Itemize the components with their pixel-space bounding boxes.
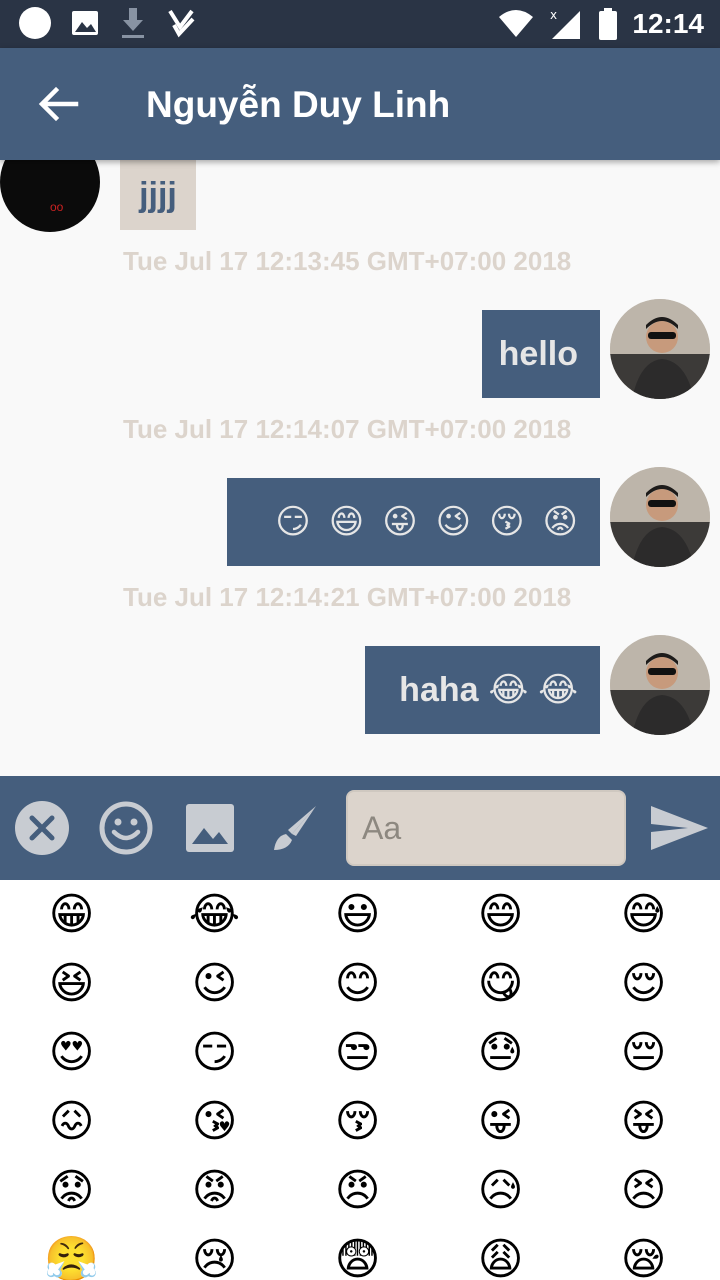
emoji-option[interactable]: 😥	[429, 1156, 572, 1225]
close-icon[interactable]	[14, 800, 70, 856]
emoji-option[interactable]: 😅	[572, 880, 715, 949]
emoji-option[interactable]: 😆	[0, 949, 143, 1018]
emoji-option[interactable]: 😓	[429, 1018, 572, 1087]
wink-emoji: 😉	[435, 502, 472, 542]
outgoing-message-bubble[interactable]: hello	[482, 310, 600, 398]
user-avatar[interactable]	[610, 299, 710, 399]
user-avatar[interactable]	[610, 635, 710, 735]
kiss-emoji: 😚	[489, 502, 525, 542]
user-avatar[interactable]	[610, 467, 710, 567]
emoji-icon[interactable]	[98, 800, 154, 856]
grin-emoji: 😄	[328, 502, 365, 542]
emoji-option[interactable]: 😩	[429, 1225, 572, 1280]
emoji-option[interactable]: 😋	[429, 949, 572, 1018]
wink-tongue-emoji: 😜	[382, 502, 418, 542]
user-photo	[610, 635, 710, 735]
svg-text:x: x	[550, 8, 557, 22]
emoji-option[interactable]: 😒	[286, 1018, 429, 1087]
emoji-option[interactable]: 😌	[572, 949, 715, 1018]
app-bar: Nguyễn Duy Linh	[0, 48, 720, 160]
emoji-option[interactable]: 😁	[0, 880, 143, 949]
emoji-option[interactable]: 😜	[429, 1087, 572, 1156]
smirk-emoji: 😏	[275, 502, 311, 542]
emoji-option[interactable]: 😊	[286, 949, 429, 1018]
emoji-option[interactable]: 😚	[286, 1087, 429, 1156]
emoji-option[interactable]: 😉	[143, 949, 286, 1018]
emoji-picker[interactable]: 😁 😂 😃 😄 😅 😆 😉 😊 😋 😌 😍 😏 😒 😓 😔 😖 😘 😚 😜 😝 😟 😡 😠 😥 😣 😤 😢 😨 😩 😪	[0, 880, 720, 1280]
angry-emoji: 😡	[542, 502, 578, 542]
emoji-option[interactable]: 😃	[286, 880, 429, 949]
emoji-option[interactable]: 😏	[143, 1018, 286, 1087]
emoji-option[interactable]: 😔	[572, 1018, 715, 1087]
message-timestamp: Tue Jul 17 12:14:21 GMT+07:00 2018	[123, 582, 572, 612]
status-bar: x 12:14	[0, 0, 720, 48]
outgoing-message-bubble[interactable]: haha 😂 😂	[365, 646, 600, 734]
emoji-option[interactable]: 😠	[286, 1156, 429, 1225]
avatar-detail: oo	[50, 200, 64, 214]
laugh-tears-emoji: 😂	[488, 670, 529, 710]
message-timestamp: Tue Jul 17 12:13:45 GMT+07:00 2018	[123, 246, 572, 276]
emoji-option[interactable]: 😖	[0, 1087, 143, 1156]
contact-avatar[interactable]: oo	[0, 160, 100, 232]
chat-messages[interactable]: oo jjjj Tue Jul 17 12:13:45 GMT+07:00 20…	[0, 160, 720, 776]
emoji-option[interactable]: 😟	[0, 1156, 143, 1225]
brush-icon[interactable]	[266, 800, 322, 856]
compose-bar	[0, 776, 720, 880]
outgoing-message-bubble[interactable]: 😏 😄 😜 😉 😚 😡	[227, 478, 600, 566]
incoming-message-bubble[interactable]: jjjj	[120, 160, 196, 230]
emoji-option[interactable]: 😍	[0, 1018, 143, 1087]
message-text: hello	[498, 334, 578, 373]
gallery-icon	[72, 11, 98, 35]
emoji-option[interactable]: 😡	[143, 1156, 286, 1225]
message-timestamp: Tue Jul 17 12:14:07 GMT+07:00 2018	[123, 414, 572, 444]
message-input[interactable]	[346, 790, 626, 866]
emoji-option[interactable]: 😘	[143, 1087, 286, 1156]
emoji-grid: 😁 😂 😃 😄 😅 😆 😉 😊 😋 😌 😍 😏 😒 😓 😔 😖 😘 😚 😜 😝 😟 😡 😠 😥 😣 😤 😢 😨 😩 😪	[0, 880, 720, 1280]
back-arrow-icon[interactable]	[32, 78, 84, 130]
signal-icon: x	[550, 8, 581, 39]
emoji-option[interactable]: 😤	[0, 1225, 143, 1280]
user-photo	[610, 299, 710, 399]
battery-icon	[599, 8, 618, 40]
conversation-title: Nguyễn Duy Linh	[146, 84, 451, 125]
wifi-icon	[499, 10, 534, 37]
emoji-option[interactable]: 😣	[572, 1156, 715, 1225]
emoji-option[interactable]: 😝	[572, 1087, 715, 1156]
emoji-option[interactable]: 😂	[143, 880, 286, 949]
task-check-icon	[168, 9, 195, 38]
send-icon[interactable]	[648, 800, 710, 856]
image-icon[interactable]	[182, 800, 238, 856]
emoji-option[interactable]: 😢	[143, 1225, 286, 1280]
laugh-tears-emoji: 😂	[538, 670, 578, 710]
emoji-option[interactable]: 😪	[572, 1225, 715, 1280]
notification-dot-icon	[19, 7, 51, 39]
emoji-option[interactable]: 😨	[286, 1225, 429, 1280]
user-photo	[610, 467, 710, 567]
message-text: haha	[399, 670, 479, 709]
emoji-option[interactable]: 😄	[429, 880, 572, 949]
status-time: 12:14	[632, 8, 704, 39]
download-icon	[122, 8, 144, 38]
